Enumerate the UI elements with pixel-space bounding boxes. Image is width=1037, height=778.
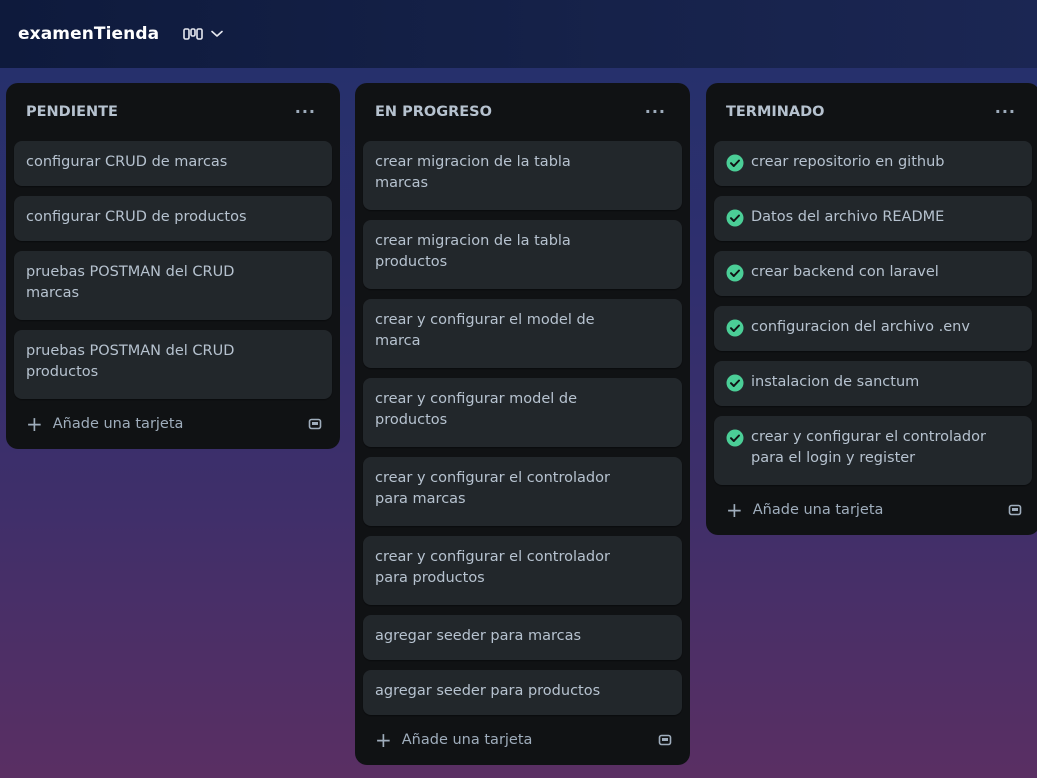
list-menu-button[interactable]: ··· bbox=[991, 100, 1020, 124]
add-card-button[interactable]: + Añade una tarjeta bbox=[26, 414, 183, 434]
card[interactable]: agregar seeder para productos bbox=[363, 670, 682, 715]
add-card-row: + Añade una tarjeta bbox=[714, 485, 1032, 535]
card[interactable]: crear backend con laravel bbox=[714, 251, 1032, 296]
list-menu-button[interactable]: ··· bbox=[641, 100, 670, 124]
template-icon[interactable] bbox=[1008, 503, 1022, 517]
card-list: crear repositorio en github Datos del ar… bbox=[714, 141, 1032, 485]
list-header: TERMINADO ··· bbox=[714, 83, 1032, 141]
card-text: configurar CRUD de marcas bbox=[26, 154, 228, 170]
list-title[interactable]: PENDIENTE bbox=[26, 104, 118, 120]
add-card-row: + Añade una tarjeta bbox=[363, 715, 682, 765]
card-text: crear y configurar model de productos bbox=[375, 391, 578, 428]
board-view-icon bbox=[183, 28, 204, 40]
check-circle-icon bbox=[726, 209, 744, 226]
card-text: pruebas POSTMAN del CRUD marcas bbox=[26, 264, 235, 301]
card-list: crear migracion de la tabla marcas crear… bbox=[363, 141, 682, 715]
card-text: Datos del archivo README bbox=[751, 209, 945, 225]
card[interactable]: crear y configurar el controlador para m… bbox=[363, 457, 682, 526]
card-text: crear repositorio en github bbox=[751, 154, 945, 170]
list-title[interactable]: TERMINADO bbox=[726, 104, 825, 120]
card[interactable]: configurar CRUD de productos bbox=[14, 196, 332, 241]
card-text: configuracion del archivo .env bbox=[751, 319, 970, 335]
card-text: agregar seeder para marcas bbox=[375, 628, 582, 644]
plus-icon: + bbox=[726, 498, 743, 522]
card-text: crear y configurar el controlador para e… bbox=[751, 429, 986, 466]
card-text: crear y configurar el controlador para p… bbox=[375, 549, 610, 586]
template-icon[interactable] bbox=[658, 733, 672, 747]
card[interactable]: instalacion de sanctum bbox=[714, 361, 1032, 406]
board-header: examenTienda bbox=[0, 0, 1037, 68]
list-en-progreso: EN PROGRESO ··· crear migracion de la ta… bbox=[355, 83, 690, 765]
plus-icon: + bbox=[375, 728, 392, 752]
list-pendiente: PENDIENTE ··· configurar CRUD de marcas … bbox=[6, 83, 340, 449]
check-circle-icon bbox=[726, 319, 744, 336]
card-text: crear y configurar el model de marca bbox=[375, 312, 595, 349]
add-card-button[interactable]: + Añade una tarjeta bbox=[375, 730, 532, 750]
list-terminado: TERMINADO ··· crear repositorio en githu… bbox=[706, 83, 1037, 535]
card[interactable]: crear y configurar model de productos bbox=[363, 378, 682, 447]
card[interactable]: crear repositorio en github bbox=[714, 141, 1032, 186]
list-title[interactable]: EN PROGRESO bbox=[375, 104, 492, 120]
card-text: crear migracion de la tabla marcas bbox=[375, 154, 571, 191]
board-title[interactable]: examenTienda bbox=[18, 24, 159, 44]
card-text: agregar seeder para productos bbox=[375, 683, 601, 699]
card-text: instalacion de sanctum bbox=[751, 374, 920, 390]
board-view-switcher[interactable] bbox=[183, 27, 224, 41]
add-card-button[interactable]: + Añade una tarjeta bbox=[726, 500, 883, 520]
card-text: configurar CRUD de productos bbox=[26, 209, 247, 225]
list-header: EN PROGRESO ··· bbox=[363, 83, 682, 141]
card[interactable]: crear migracion de la tabla productos bbox=[363, 220, 682, 289]
add-card-label: Añade una tarjeta bbox=[52, 416, 184, 432]
check-circle-icon bbox=[726, 264, 744, 281]
template-icon[interactable] bbox=[308, 417, 322, 431]
card-text: pruebas POSTMAN del CRUD productos bbox=[26, 343, 235, 380]
plus-icon: + bbox=[26, 412, 43, 436]
card-list: configurar CRUD de marcas configurar CRU… bbox=[14, 141, 332, 399]
check-circle-icon bbox=[726, 429, 744, 446]
list-menu-button[interactable]: ··· bbox=[291, 100, 320, 124]
add-card-label: Añade una tarjeta bbox=[752, 502, 884, 518]
card[interactable]: Datos del archivo README bbox=[714, 196, 1032, 241]
card[interactable]: pruebas POSTMAN del CRUD productos bbox=[14, 330, 332, 399]
card-text: crear migracion de la tabla productos bbox=[375, 233, 571, 270]
card[interactable]: crear y configurar el model de marca bbox=[363, 299, 682, 368]
card-text: crear y configurar el controlador para m… bbox=[375, 470, 610, 507]
add-card-row: + Añade una tarjeta bbox=[14, 399, 332, 449]
list-header: PENDIENTE ··· bbox=[14, 83, 332, 141]
card[interactable]: agregar seeder para marcas bbox=[363, 615, 682, 660]
card[interactable]: crear y configurar el controlador para p… bbox=[363, 536, 682, 605]
card[interactable]: configuracion del archivo .env bbox=[714, 306, 1032, 351]
check-circle-icon bbox=[726, 374, 744, 391]
card[interactable]: pruebas POSTMAN del CRUD marcas bbox=[14, 251, 332, 320]
card-text: crear backend con laravel bbox=[751, 264, 939, 280]
card[interactable]: crear migracion de la tabla marcas bbox=[363, 141, 682, 210]
chevron-down-icon bbox=[211, 30, 224, 37]
card[interactable]: crear y configurar el controlador para e… bbox=[714, 416, 1032, 485]
add-card-label: Añade una tarjeta bbox=[401, 732, 533, 748]
card[interactable]: configurar CRUD de marcas bbox=[14, 141, 332, 186]
check-circle-icon bbox=[726, 154, 744, 171]
